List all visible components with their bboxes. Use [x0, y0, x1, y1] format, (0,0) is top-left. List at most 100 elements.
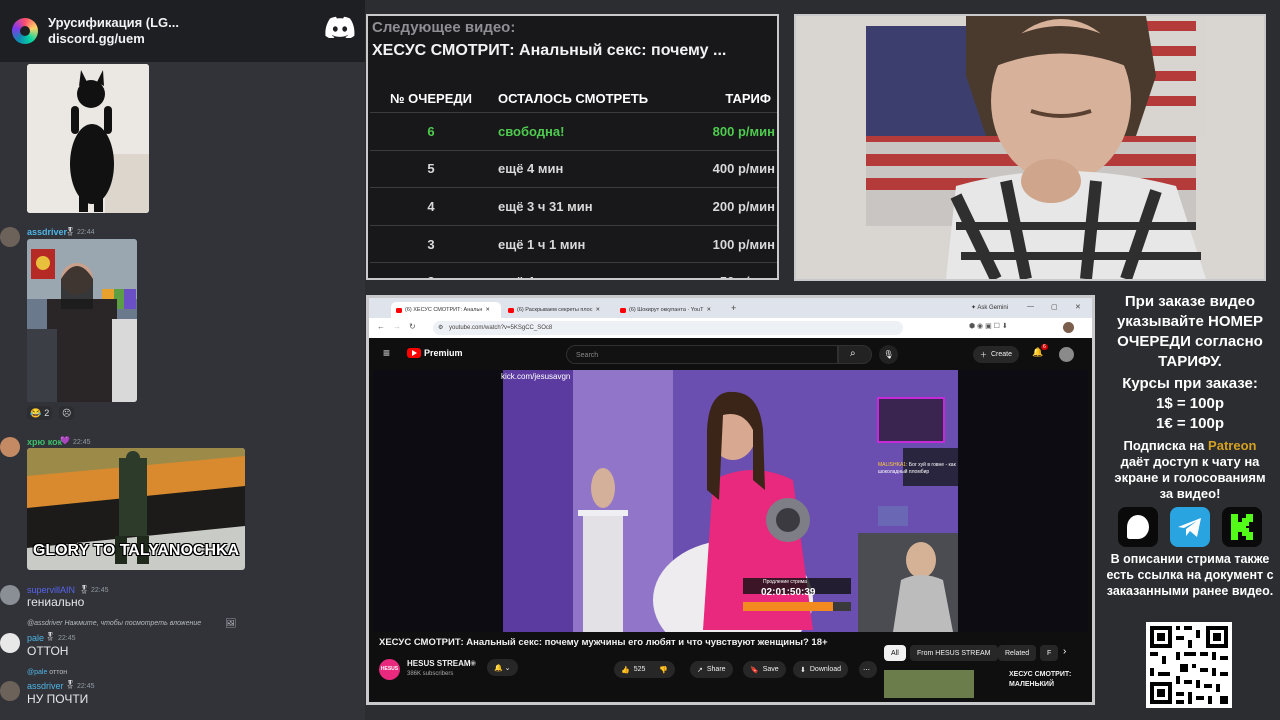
chip-from-channel[interactable]: From HESUS STREAM: [910, 645, 998, 661]
microphone-icon[interactable]: 🎙: [879, 345, 898, 364]
ask-gemini-button[interactable]: ✦ Ask Gemini: [971, 304, 1008, 311]
minimize-icon[interactable]: —: [1027, 303, 1034, 310]
username[interactable]: pale: [27, 633, 44, 643]
create-button[interactable]: ＋ Create: [973, 346, 1020, 363]
role-icon: 🎖: [79, 585, 90, 594]
gif-attachment[interactable]: GLORY TO TALYANOCHKA: [27, 448, 245, 570]
telegram-icon[interactable]: [1170, 507, 1210, 547]
time-remaining: свободна!: [492, 112, 689, 151]
description-note: В описании стрима также есть ссылка на д…: [1106, 552, 1274, 598]
channel-name[interactable]: HESUS STREAM: [407, 659, 471, 668]
youtube-favicon-icon: [620, 307, 626, 313]
kick-icon[interactable]: [1222, 507, 1262, 547]
time-remaining: ещё 4 мин: [492, 149, 689, 188]
time-remaining: ещё 3 ч 31 мин: [492, 187, 689, 226]
queue-number: 4: [370, 187, 492, 226]
reaction-emoji: 😂: [30, 407, 42, 418]
like-button[interactable]: 👍 525 👎: [614, 661, 676, 678]
download-button[interactable]: ⬇ Download: [793, 661, 849, 678]
more-actions-icon[interactable]: ⋯: [859, 661, 877, 678]
reply-preview[interactable]: @assdriver Нажмите, чтобы посмотреть вло…: [27, 620, 201, 627]
timer-label: Продление стрима: [763, 579, 807, 585]
image-attachment[interactable]: [27, 239, 137, 402]
maximize-icon[interactable]: ▢: [1051, 303, 1058, 311]
webcam-feed: [794, 14, 1266, 281]
close-icon[interactable]: ✕: [595, 307, 600, 313]
close-window-icon[interactable]: ✕: [1075, 303, 1081, 311]
next-video-label: Следующее видео:: [372, 19, 516, 36]
stream-timer: 02:01:50:39: [761, 587, 816, 598]
role-icon: 🎖: [45, 632, 56, 641]
queue-number: 3: [370, 224, 492, 263]
reply-preview[interactable]: @pale оттон: [27, 669, 67, 676]
subscribed-button[interactable]: 🔔 ⌄: [487, 659, 518, 676]
cat-image-attachment[interactable]: [27, 64, 149, 213]
youtube-logo[interactable]: Premium: [407, 348, 463, 358]
reload-icon[interactable]: ↻: [409, 322, 416, 331]
browser-tab[interactable]: (6) ХЕСУС СМОТРИТ: Анальн ✕: [391, 302, 501, 318]
server-header[interactable]: Урусификация (LG... discord.gg/uem: [0, 0, 365, 62]
patreon-link[interactable]: Patreon: [1208, 438, 1256, 453]
avatar[interactable]: [0, 437, 20, 457]
username[interactable]: хрю кок: [27, 437, 62, 447]
patreon-icon[interactable]: [1118, 507, 1158, 547]
timestamp: 22:44: [77, 229, 95, 236]
youtube-favicon-icon: [396, 307, 402, 313]
chip-related[interactable]: Related: [998, 645, 1037, 661]
browser-tab[interactable]: (6) Шокирут оккупанта · YouT ✕: [615, 302, 725, 318]
back-icon[interactable]: ←: [377, 322, 385, 331]
table-row: 5 ещё 4 мин 400 р/мин: [370, 149, 777, 188]
search-button[interactable]: ⌕: [838, 345, 872, 364]
url-field[interactable]: ⚙ youtube.com/watch?v=5KSgCC_SOc8: [433, 321, 903, 335]
notification-badge: 6: [1041, 344, 1048, 350]
image-icon: 🖼: [225, 618, 237, 628]
profile-avatar[interactable]: [1063, 322, 1074, 333]
timestamp: 22:45: [91, 587, 109, 594]
youtube-favicon-icon: [508, 307, 514, 313]
chevron-right-icon[interactable]: ›: [1063, 646, 1066, 657]
role-icon: 💜: [60, 436, 70, 445]
browser-tab[interactable]: (6) Раскрываем секреты плос ✕: [503, 302, 613, 318]
username[interactable]: supervillAIN: [27, 585, 75, 595]
site-info-icon[interactable]: ⚙: [438, 321, 443, 335]
new-tab-icon[interactable]: +: [731, 303, 736, 313]
video-player[interactable]: kick.com/jesusavgn Продление стрима 02:0…: [373, 370, 1088, 632]
chip-all[interactable]: All: [884, 645, 906, 661]
recommended-thumbnail[interactable]: [884, 670, 974, 698]
qr-code[interactable]: [1146, 622, 1232, 708]
chip-more[interactable]: F: [1040, 645, 1059, 661]
order-instructions: При заказе видео указывайте НОМЕР ОЧЕРЕД…: [1116, 293, 1264, 370]
menu-icon[interactable]: ≡: [383, 346, 390, 360]
column-header: № ОЧЕРЕДИ: [390, 90, 472, 106]
avatar[interactable]: [0, 585, 20, 605]
server-invite-link[interactable]: discord.gg/uem: [48, 31, 179, 47]
youtube-play-icon: [407, 348, 421, 358]
channel-avatar[interactable]: HESUS: [379, 659, 400, 680]
queue-panel: Следующее видео: ХЕСУС СМОТРИТ: Анальный…: [366, 14, 779, 280]
discord-logo-icon: [325, 16, 355, 38]
tariff: 50 р/мин: [689, 262, 777, 278]
reaction-add-icon[interactable]: ☹: [59, 406, 75, 420]
extensions-icon[interactable]: ⬢ ◉ ▣ ☐ ⬇: [969, 322, 1008, 330]
search-input[interactable]: Search: [566, 345, 838, 364]
column-header: ТАРИФ: [725, 90, 771, 106]
share-button[interactable]: ↗ Share: [690, 661, 733, 678]
subscriber-count: 386K subscribers: [407, 671, 454, 677]
close-icon[interactable]: ✕: [485, 307, 490, 313]
avatar[interactable]: [0, 633, 20, 653]
avatar[interactable]: [0, 681, 20, 701]
username[interactable]: assdriver: [27, 681, 64, 691]
reaction-laugh[interactable]: 😂 2: [27, 406, 53, 420]
tariff: 400 р/мин: [689, 149, 777, 188]
youtube-premium-label: Premium: [424, 348, 463, 358]
username[interactable]: assdriver: [27, 227, 67, 237]
message-text: ОТТОН: [27, 644, 69, 658]
gif-caption: GLORY TO TALYANOCHKA: [32, 542, 240, 559]
account-avatar[interactable]: [1059, 347, 1074, 362]
save-button[interactable]: 🔖 Save: [743, 661, 786, 678]
close-icon[interactable]: ✕: [706, 307, 711, 313]
avatar[interactable]: [0, 227, 20, 247]
forward-icon[interactable]: →: [393, 322, 401, 331]
recommended-title[interactable]: ХЕСУС СМОТРИТ: МАЛЕНЬКИЙ: [1009, 670, 1071, 690]
table-row: 4 ещё 3 ч 31 мин 200 р/мин: [370, 187, 777, 226]
